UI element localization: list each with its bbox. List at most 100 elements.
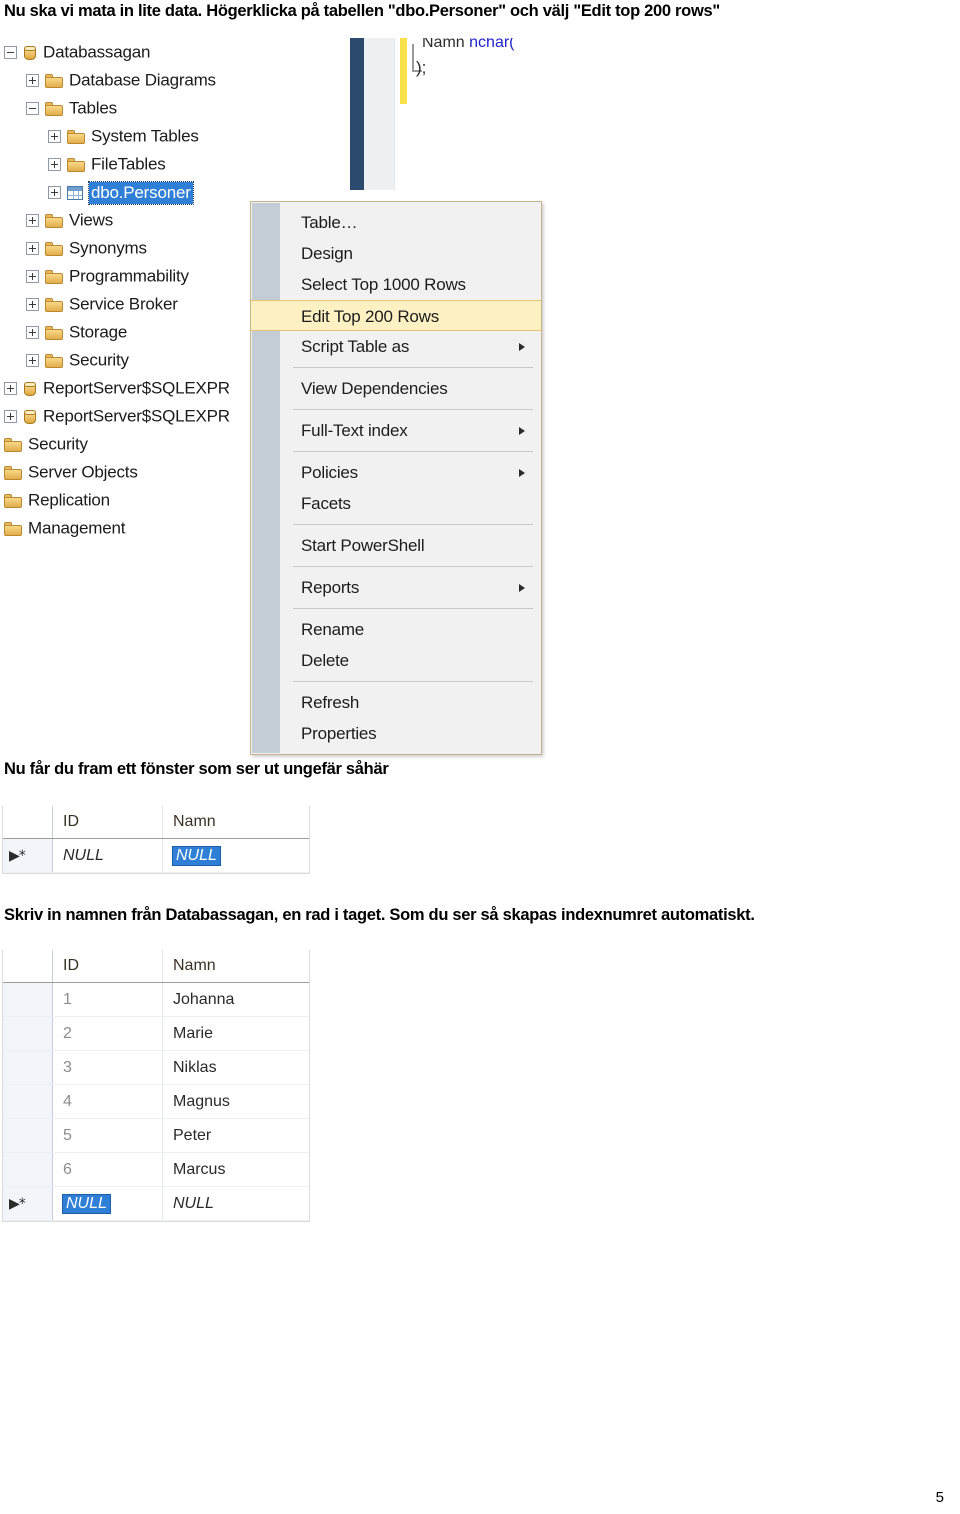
tree-item-tables[interactable]: Tables [26, 94, 117, 122]
tree-item-dbo-personer[interactable]: dbo.Personer [48, 178, 194, 206]
grid-cell-id[interactable]: 4 [53, 1085, 163, 1118]
tree-item-server-objects[interactable]: Server Objects [4, 458, 138, 486]
tree-item-filetables[interactable]: FileTables [48, 150, 166, 178]
grid-cell-id-value: 5 [63, 1126, 72, 1144]
grid-row[interactable]: ▶* NULL NULL [3, 1187, 309, 1221]
grid-cell-namn[interactable]: NULL [163, 839, 309, 872]
menu-item-properties[interactable]: Properties [251, 718, 541, 749]
tree-item-storage[interactable]: Storage [26, 318, 127, 346]
editor-scrollbar[interactable] [350, 38, 364, 190]
tree-expander-icon[interactable] [4, 410, 17, 424]
grid-row-marker[interactable] [3, 1051, 53, 1084]
grid-column-header-id[interactable]: ID [53, 806, 163, 838]
tree-item-security[interactable]: Security [26, 346, 129, 374]
tree-expander-icon[interactable] [48, 130, 61, 144]
grid-column-header-namn[interactable]: Namn [163, 806, 309, 838]
tree-expander-icon[interactable] [26, 214, 39, 228]
grid-row-marker[interactable] [3, 983, 53, 1016]
grid-cell-id[interactable]: 3 [53, 1051, 163, 1084]
tree-expander-icon[interactable] [26, 74, 39, 88]
tree-expander-icon[interactable] [4, 46, 17, 60]
menu-item-refresh[interactable]: Refresh [251, 687, 541, 718]
object-explorer-tree[interactable]: Databassagan Database Diagrams Tables Syste… [0, 38, 262, 558]
tree-item-replication[interactable]: Replication [4, 486, 110, 514]
menu-item-edit-top-200-rows[interactable]: Edit Top 200 Rows [251, 300, 541, 331]
tree-expander-icon[interactable] [4, 382, 17, 396]
grid-row-marker[interactable] [3, 1017, 53, 1050]
grid-cell-namn[interactable]: Marie [163, 1017, 309, 1050]
menu-item-policies[interactable]: Policies [251, 457, 541, 488]
tree-item-label: ReportServer$SQLEXPR [43, 406, 230, 426]
menu-item-select-top-1000-rows[interactable]: Select Top 1000 Rows [251, 269, 541, 300]
tree-item-views[interactable]: Views [26, 206, 113, 234]
tree-item-security[interactable]: Security [4, 430, 88, 458]
tree-item-system-tables[interactable]: System Tables [48, 122, 199, 150]
menu-item-delete[interactable]: Delete [251, 645, 541, 676]
tree-expander-icon[interactable] [48, 186, 61, 200]
tree-expander-icon[interactable] [48, 158, 61, 172]
grid-row-marker[interactable]: ▶* [3, 839, 53, 872]
grid-cell-namn[interactable]: Magnus [163, 1085, 309, 1118]
tree-item-service-broker[interactable]: Service Broker [26, 290, 178, 318]
grid-cell-namn[interactable]: Peter [163, 1119, 309, 1152]
folder-icon [4, 493, 22, 508]
grid-cell-namn[interactable]: Johanna [163, 983, 309, 1016]
tree-item-databassagan[interactable]: Databassagan [4, 38, 150, 66]
menu-item-design[interactable]: Design [251, 238, 541, 269]
grid-cell-namn-value: Marcus [173, 1160, 226, 1178]
menu-separator [293, 367, 533, 368]
grid-row[interactable]: 5 Peter [3, 1119, 309, 1153]
grid-row-marker[interactable]: ▶* [3, 1187, 53, 1220]
tree-item-programmability[interactable]: Programmability [26, 262, 189, 290]
menu-item-start-powershell[interactable]: Start PowerShell [251, 530, 541, 561]
tree-item-management[interactable]: Management [4, 514, 125, 542]
grid-cell-namn-value: Magnus [173, 1092, 230, 1110]
grid-cell-namn[interactable]: Niklas [163, 1051, 309, 1084]
query-editor-sliver: Namn nchar( ); [340, 38, 540, 194]
tree-item-reportserver-sqlexpr[interactable]: ReportServer$SQLEXPR [4, 402, 230, 430]
folder-icon [45, 213, 63, 228]
tree-expander-icon[interactable] [26, 242, 39, 256]
grid-cell-namn[interactable]: Marcus [163, 1153, 309, 1186]
grid-row[interactable]: ▶* NULL NULL [3, 839, 309, 873]
grid-row-marker[interactable] [3, 1119, 53, 1152]
grid-row-marker[interactable] [3, 1085, 53, 1118]
grid-cell-id[interactable]: 2 [53, 1017, 163, 1050]
menu-item-label: Reports [301, 578, 360, 597]
grid-cell-namn[interactable]: NULL [163, 1187, 309, 1220]
tree-expander-icon[interactable] [26, 102, 39, 116]
tree-expander-icon[interactable] [26, 354, 39, 368]
menu-item-table[interactable]: Table… [251, 207, 541, 238]
tree-expander-icon[interactable] [26, 298, 39, 312]
menu-item-rename[interactable]: Rename [251, 614, 541, 645]
menu-item-reports[interactable]: Reports [251, 572, 541, 603]
grid-cell-id[interactable]: 1 [53, 983, 163, 1016]
grid-row[interactable]: 1 Johanna [3, 983, 309, 1017]
menu-item-label: Table… [301, 213, 358, 232]
grid-cell-id[interactable]: NULL [53, 839, 163, 872]
tree-expander-icon[interactable] [26, 270, 39, 284]
grid-row[interactable]: 2 Marie [3, 1017, 309, 1051]
grid-cell-id[interactable]: NULL [53, 1187, 163, 1220]
results-grid-empty[interactable]: ID Namn ▶* NULL NULL [2, 806, 310, 874]
grid-column-header-id[interactable]: ID [53, 950, 163, 982]
grid-cell-id[interactable]: 6 [53, 1153, 163, 1186]
tree-item-reportserver-sqlexpr[interactable]: ReportServer$SQLEXPR [4, 374, 230, 402]
tree-item-database-diagrams[interactable]: Database Diagrams [26, 66, 216, 94]
grid-row-marker[interactable] [3, 1153, 53, 1186]
tree-item-synonyms[interactable]: Synonyms [26, 234, 147, 262]
menu-item-view-dependencies[interactable]: View Dependencies [251, 373, 541, 404]
menu-item-script-table-as[interactable]: Script Table as [251, 331, 541, 362]
menu-item-full-text-index[interactable]: Full-Text index [251, 415, 541, 446]
grid-cell-id-value: 6 [63, 1160, 72, 1178]
results-grid-filled[interactable]: ID Namn 1 Johanna 2 Marie 3 Niklas 4 Magnus 5 Peter… [2, 950, 310, 1222]
grid-cell-id[interactable]: 5 [53, 1119, 163, 1152]
context-menu[interactable]: Table… Design Select Top 1000 Rows Edit Top… [250, 201, 542, 755]
menu-item-facets[interactable]: Facets [251, 488, 541, 519]
tree-item-label: Views [69, 210, 114, 230]
grid-row[interactable]: 4 Magnus [3, 1085, 309, 1119]
grid-column-header-namn[interactable]: Namn [163, 950, 309, 982]
grid-row[interactable]: 6 Marcus [3, 1153, 309, 1187]
tree-expander-icon[interactable] [26, 326, 39, 340]
grid-row[interactable]: 3 Niklas [3, 1051, 309, 1085]
